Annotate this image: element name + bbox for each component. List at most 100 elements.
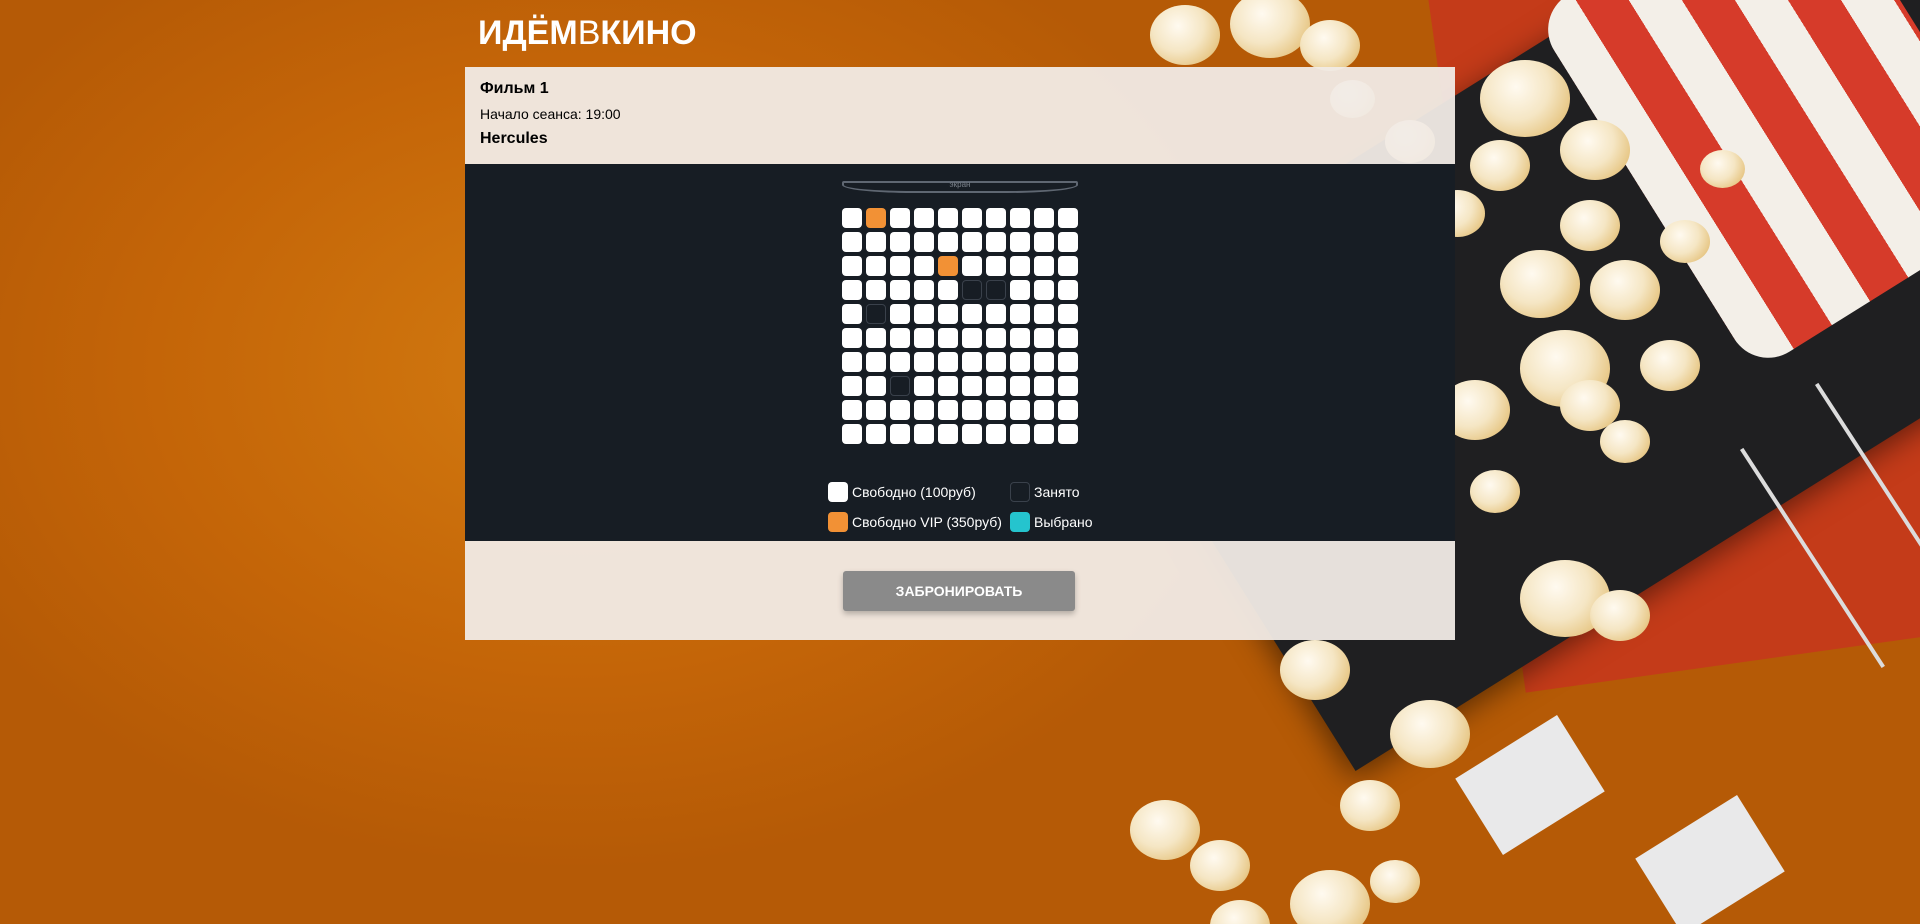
seat-free[interactable] (962, 304, 982, 324)
seat-free[interactable] (986, 424, 1006, 444)
seat-free[interactable] (938, 424, 958, 444)
seat-free[interactable] (1058, 424, 1078, 444)
seat-free[interactable] (986, 352, 1006, 372)
logo[interactable]: ИДЁМВКИНО (478, 14, 697, 53)
book-button[interactable]: ЗАБРОНИРОВАТЬ (843, 571, 1075, 611)
seat-free[interactable] (1034, 328, 1054, 348)
seat-free[interactable] (866, 352, 886, 372)
seat-free[interactable] (1034, 352, 1054, 372)
seat-free[interactable] (1010, 208, 1030, 228)
seat-free[interactable] (866, 280, 886, 300)
seat-free[interactable] (1010, 376, 1030, 396)
seat-free[interactable] (1010, 256, 1030, 276)
seat-free[interactable] (914, 424, 934, 444)
seat-free[interactable] (890, 232, 910, 252)
seat-free[interactable] (890, 328, 910, 348)
seat-free[interactable] (962, 352, 982, 372)
seat-free[interactable] (1034, 304, 1054, 324)
seat-free[interactable] (1034, 232, 1054, 252)
seat-free[interactable] (890, 400, 910, 420)
seat-free[interactable] (962, 328, 982, 348)
seat-free[interactable] (1010, 232, 1030, 252)
seat-free[interactable] (938, 208, 958, 228)
seat-free[interactable] (842, 400, 862, 420)
seat-free[interactable] (1034, 376, 1054, 396)
seat-free[interactable] (890, 208, 910, 228)
seat-free[interactable] (1034, 424, 1054, 444)
seat-free[interactable] (1058, 280, 1078, 300)
seat-free[interactable] (1034, 256, 1054, 276)
seat-free[interactable] (914, 328, 934, 348)
seat-free[interactable] (1058, 328, 1078, 348)
seat-free[interactable] (866, 400, 886, 420)
seat-free[interactable] (1058, 304, 1078, 324)
seat-free[interactable] (914, 400, 934, 420)
seat-free[interactable] (842, 424, 862, 444)
seat-free[interactable] (962, 232, 982, 252)
seat-free[interactable] (962, 208, 982, 228)
seat-free[interactable] (842, 232, 862, 252)
seat-free[interactable] (1034, 280, 1054, 300)
seat-free[interactable] (866, 424, 886, 444)
seat-free[interactable] (914, 232, 934, 252)
seat-free[interactable] (1058, 256, 1078, 276)
seat-free[interactable] (1010, 280, 1030, 300)
seat-free[interactable] (842, 256, 862, 276)
seat-free[interactable] (962, 400, 982, 420)
seat-free[interactable] (962, 256, 982, 276)
seat-free[interactable] (938, 328, 958, 348)
seat-free[interactable] (914, 256, 934, 276)
seat-free[interactable] (1010, 400, 1030, 420)
seat-free[interactable] (890, 352, 910, 372)
seat-free[interactable] (1058, 232, 1078, 252)
seat-free[interactable] (938, 400, 958, 420)
seat-free[interactable] (842, 328, 862, 348)
seat-free[interactable] (986, 328, 1006, 348)
seat-free[interactable] (842, 352, 862, 372)
seat-free[interactable] (938, 232, 958, 252)
popcorn-piece-decor (1500, 250, 1580, 318)
seat-free[interactable] (938, 280, 958, 300)
seat-free[interactable] (890, 256, 910, 276)
seat-free[interactable] (938, 352, 958, 372)
seat-free[interactable] (1058, 400, 1078, 420)
seat-free[interactable] (866, 328, 886, 348)
seat-free[interactable] (986, 208, 1006, 228)
seat-free[interactable] (890, 304, 910, 324)
seat-free[interactable] (1034, 208, 1054, 228)
seat-free[interactable] (914, 352, 934, 372)
seat-free[interactable] (866, 376, 886, 396)
seat-free[interactable] (1058, 352, 1078, 372)
seat-free[interactable] (1058, 208, 1078, 228)
seat-free[interactable] (914, 208, 934, 228)
seat-free[interactable] (866, 232, 886, 252)
seat-free[interactable] (842, 208, 862, 228)
seat-free[interactable] (842, 304, 862, 324)
seat-free[interactable] (890, 280, 910, 300)
seat-free[interactable] (1010, 424, 1030, 444)
seat-free[interactable] (914, 280, 934, 300)
seat-free[interactable] (962, 376, 982, 396)
seat-free[interactable] (890, 424, 910, 444)
seat-free[interactable] (986, 232, 1006, 252)
seat-free[interactable] (938, 304, 958, 324)
seat-free[interactable] (866, 256, 886, 276)
seat-free[interactable] (1058, 376, 1078, 396)
seat-free[interactable] (962, 424, 982, 444)
seat-free[interactable] (842, 376, 862, 396)
popcorn-piece-decor (1280, 640, 1350, 700)
seat-free[interactable] (914, 376, 934, 396)
seat-free[interactable] (986, 400, 1006, 420)
seat-free[interactable] (1010, 352, 1030, 372)
seat-free[interactable] (1034, 400, 1054, 420)
seat-free[interactable] (1010, 328, 1030, 348)
seat-free[interactable] (986, 376, 1006, 396)
seat-free[interactable] (842, 280, 862, 300)
seat-free[interactable] (1010, 304, 1030, 324)
seat-free[interactable] (914, 304, 934, 324)
seat-vip[interactable] (866, 208, 886, 228)
seat-free[interactable] (986, 304, 1006, 324)
seat-free[interactable] (986, 256, 1006, 276)
seat-vip[interactable] (938, 256, 958, 276)
seat-free[interactable] (938, 376, 958, 396)
